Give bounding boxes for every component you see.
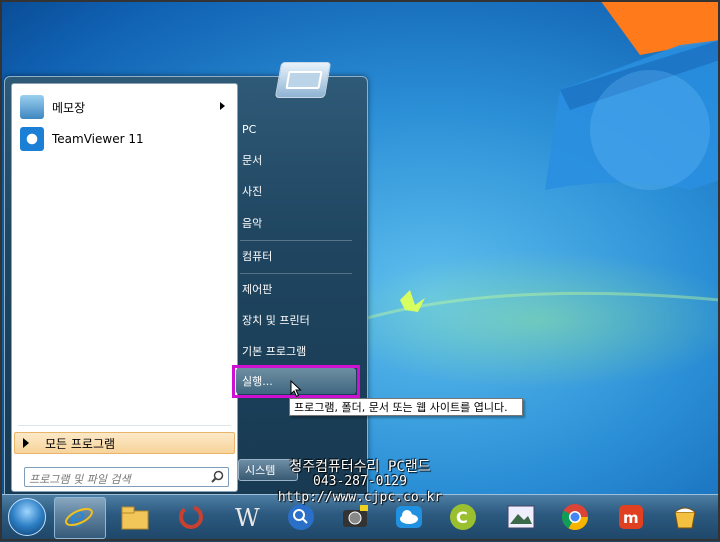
watermark-line: http://www.cjpc.co.kr bbox=[277, 490, 443, 505]
pinned-item-notepad[interactable]: 메모장 bbox=[16, 92, 233, 122]
right-item-label: 문서 bbox=[242, 154, 263, 167]
wordpad-icon[interactable]: W bbox=[230, 500, 264, 534]
svg-text:C: C bbox=[456, 508, 468, 527]
right-item-music[interactable]: 음악 bbox=[240, 212, 352, 234]
notepad-icon bbox=[20, 95, 44, 119]
right-item-label: 장치 및 프린터 bbox=[242, 314, 310, 327]
chrome-icon[interactable] bbox=[558, 500, 592, 534]
right-item-devices-printers[interactable]: 장치 및 프린터 bbox=[240, 309, 352, 331]
teamviewer-icon bbox=[20, 127, 44, 151]
right-item-label: 컴퓨터 bbox=[242, 250, 273, 263]
right-item-documents[interactable]: 문서 bbox=[240, 149, 352, 171]
watermark-line: 043-287-0129 bbox=[313, 474, 407, 489]
right-item-label: 사진 bbox=[242, 185, 263, 198]
cloud-icon[interactable] bbox=[392, 500, 426, 534]
watermark-line: 청주컴퓨터수리 PC랜드 bbox=[289, 459, 431, 475]
start-search-box[interactable] bbox=[24, 467, 229, 489]
right-item-label: 음악 bbox=[242, 217, 263, 230]
right-item-control-panel[interactable]: 제어판 bbox=[240, 278, 352, 300]
file-explorer-icon[interactable] bbox=[118, 500, 152, 534]
m-app-icon[interactable]: m bbox=[614, 500, 648, 534]
pinned-item-label: TeamViewer 11 bbox=[52, 132, 144, 146]
camera-icon[interactable] bbox=[338, 500, 372, 534]
search-app-icon[interactable] bbox=[284, 500, 318, 534]
right-item-pc[interactable]: PC bbox=[240, 118, 352, 140]
mouse-cursor-icon bbox=[290, 380, 302, 398]
right-item-default-programs[interactable]: 기본 프로그램 bbox=[240, 340, 352, 362]
pinned-item-teamviewer[interactable]: TeamViewer 11 bbox=[16, 124, 233, 154]
right-item-pictures[interactable]: 사진 bbox=[240, 180, 352, 202]
right-item-label: 기본 프로그램 bbox=[242, 345, 307, 358]
right-item-label: 제어판 bbox=[242, 283, 273, 296]
right-item-label: PC bbox=[242, 122, 257, 136]
internet-explorer-icon[interactable]: e bbox=[62, 500, 96, 534]
all-programs-label: 모든 프로그램 bbox=[45, 436, 116, 451]
divider bbox=[240, 240, 352, 241]
user-picture[interactable] bbox=[274, 62, 332, 98]
search-icon[interactable] bbox=[211, 470, 224, 483]
pinned-item-label: 메모장 bbox=[52, 100, 86, 115]
right-item-computer[interactable]: 컴퓨터 bbox=[240, 245, 352, 267]
sync-icon[interactable] bbox=[174, 500, 208, 534]
start-menu-left-pane: 메모장 TeamViewer 11 모든 프로그램 bbox=[11, 83, 238, 492]
expand-arrow-icon bbox=[23, 438, 29, 448]
submenu-arrow-icon bbox=[220, 102, 225, 110]
start-orb-icon[interactable] bbox=[8, 498, 46, 536]
svg-text:e: e bbox=[70, 503, 85, 532]
svg-text:W: W bbox=[235, 504, 260, 532]
c-app-icon[interactable]: C bbox=[446, 500, 480, 534]
divider bbox=[240, 273, 352, 274]
search-input[interactable] bbox=[25, 470, 201, 489]
photo-app-icon[interactable] bbox=[504, 500, 538, 534]
svg-text:m: m bbox=[623, 509, 639, 527]
all-programs-button[interactable]: 모든 프로그램 bbox=[14, 432, 235, 454]
run-tooltip: 프로그램, 폴더, 문서 또는 웹 사이트를 엽니다. bbox=[289, 398, 523, 416]
cup-icon[interactable] bbox=[668, 500, 702, 534]
divider bbox=[18, 425, 231, 426]
